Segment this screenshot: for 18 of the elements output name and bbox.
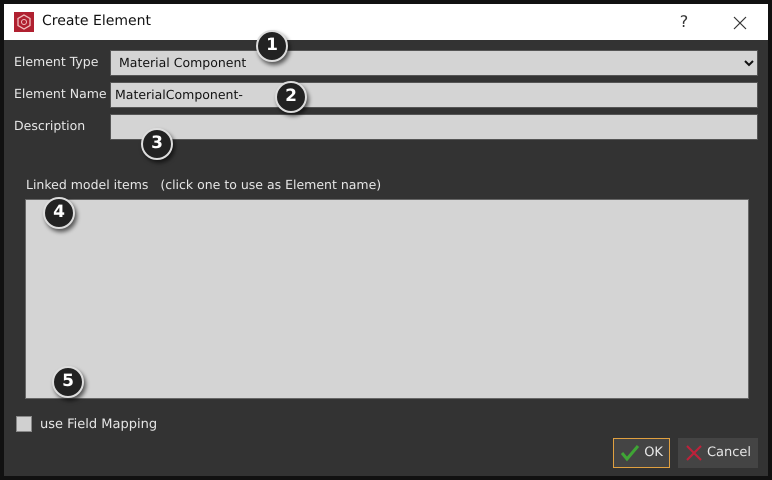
- window-title: Create Element: [42, 12, 151, 32]
- check-icon: [620, 444, 640, 462]
- checkbox-label: use Field Mapping: [40, 416, 158, 434]
- app-logo-icon: [14, 12, 34, 32]
- field-label: Element Name: [14, 85, 108, 104]
- field-label: Element Type: [14, 53, 100, 72]
- callout-number: 3: [141, 128, 173, 160]
- callout-number: 2: [275, 81, 307, 113]
- cancel-button[interactable]: Cancel: [678, 438, 758, 468]
- linked-items-list[interactable]: [25, 198, 749, 398]
- ok-button[interactable]: OK: [613, 438, 670, 468]
- cross-icon: [684, 444, 703, 462]
- field-label: Description: [14, 117, 86, 136]
- checkbox[interactable]: [16, 416, 32, 432]
- section-label: Linked model items (click one to use as Element name): [26, 176, 382, 194]
- help-button[interactable]: ?: [664, 10, 704, 34]
- close-icon: [732, 14, 748, 30]
- element-type-dropdown[interactable]: Material Component: [110, 50, 758, 76]
